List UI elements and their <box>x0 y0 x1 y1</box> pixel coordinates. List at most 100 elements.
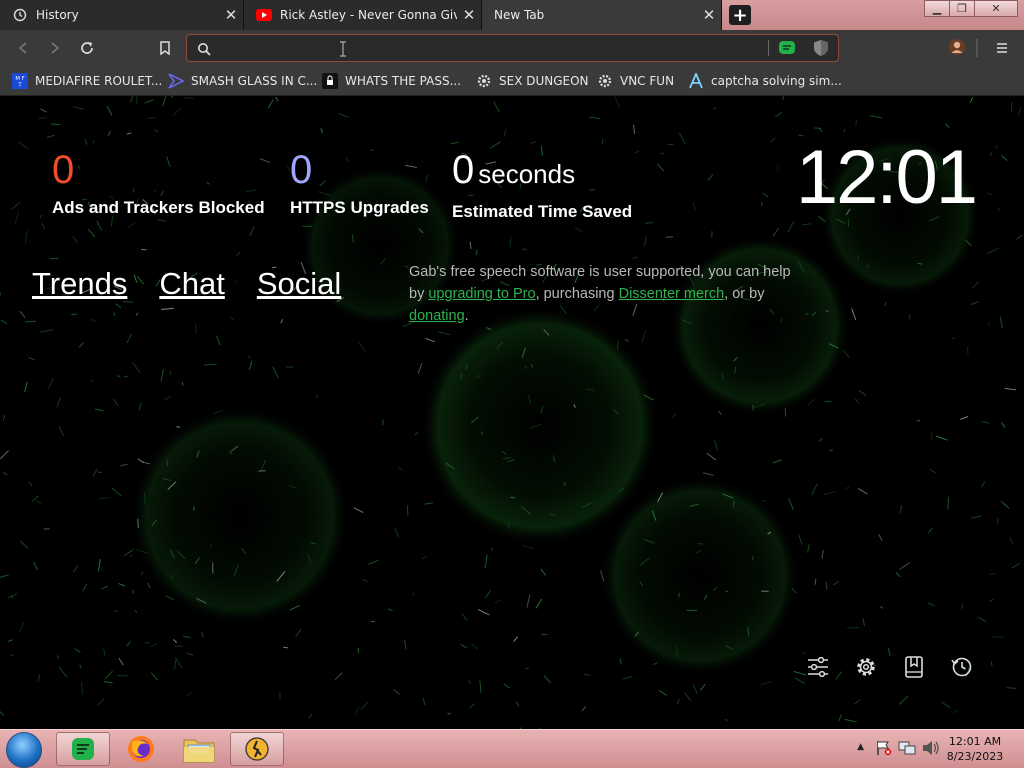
close-tab-icon[interactable]: ✕ <box>697 6 721 24</box>
donating-link[interactable]: donating <box>409 308 465 324</box>
taskbar-chat-app[interactable] <box>56 732 110 766</box>
profile-avatar[interactable] <box>948 38 966 56</box>
background-streak <box>248 360 253 370</box>
tab-title: New Tab <box>494 8 545 22</box>
menu-icon[interactable] <box>993 39 1011 57</box>
background-streak <box>397 466 403 472</box>
background-streak <box>161 307 174 311</box>
chat-link[interactable]: Chat <box>159 266 224 302</box>
tray-clock[interactable]: 12:01 AM 8/23/2023 <box>940 734 1010 764</box>
background-streak <box>39 214 43 219</box>
background-streak <box>186 652 194 656</box>
https-upgrades-label: HTTPS Upgrades <box>290 198 429 217</box>
background-streak <box>977 616 987 623</box>
search-icon <box>197 41 211 60</box>
background-streak <box>813 127 822 129</box>
background-streak <box>969 96 974 103</box>
tab-youtube[interactable]: Rick Astley - Never Gonna Give Yo ✕ <box>244 0 482 30</box>
background-streak <box>878 534 883 541</box>
background-streak <box>150 643 158 648</box>
back-icon[interactable] <box>14 39 32 57</box>
background-streak <box>24 230 28 244</box>
firefox-icon <box>128 736 154 762</box>
background-streak <box>684 692 692 701</box>
background-streak <box>46 134 55 138</box>
customize-icon[interactable] <box>804 653 832 681</box>
show-hidden-icons[interactable]: ▲ <box>857 742 864 752</box>
url-input[interactable] <box>217 39 777 57</box>
trends-link[interactable]: Trends <box>32 266 127 302</box>
volume-icon[interactable] <box>922 740 940 760</box>
background-streak <box>658 690 668 696</box>
background-streak <box>522 545 534 550</box>
forward-icon[interactable] <box>46 39 64 57</box>
background-streak <box>447 712 451 715</box>
bookmark-item[interactable]: VNC FUN <box>597 72 674 90</box>
background-streak <box>79 664 82 669</box>
maximize-button[interactable]: ❐ <box>949 0 975 17</box>
background-streak <box>14 211 20 225</box>
background-streak <box>40 108 47 113</box>
text-cursor-icon <box>339 41 346 57</box>
background-streak <box>24 381 28 393</box>
bookmark-item[interactable]: M FT MEDIAFIRE ROULET... <box>12 72 162 90</box>
start-button[interactable] <box>6 732 42 768</box>
tab-history[interactable]: History ✕ <box>0 0 244 30</box>
bookmarks-icon[interactable] <box>900 653 928 681</box>
close-tab-icon[interactable]: ✕ <box>457 6 481 24</box>
bookmark-item[interactable]: WHATS THE PASS... <box>322 72 461 90</box>
tab-new-tab[interactable]: New Tab ✕ <box>482 0 722 30</box>
network-icon[interactable] <box>898 740 916 760</box>
bookmark-item[interactable]: captcha solving sim... <box>688 72 842 90</box>
background-streak <box>0 574 9 578</box>
dissenter-merch-link[interactable]: Dissenter merch <box>619 286 725 302</box>
background-streak <box>665 236 674 238</box>
background-streak <box>493 101 500 113</box>
taskbar-file-explorer[interactable] <box>172 732 226 766</box>
settings-gear-icon[interactable] <box>852 653 880 681</box>
action-center-icon[interactable] <box>876 740 892 760</box>
close-window-button[interactable]: ✕ <box>974 0 1018 17</box>
background-streak <box>181 381 184 386</box>
background-streak <box>134 610 138 614</box>
taskbar-counter-strike[interactable] <box>230 732 284 766</box>
new-tab-button[interactable]: + <box>729 5 751 26</box>
background-streak <box>387 608 393 612</box>
bookmark-label: SMASH GLASS IN C... <box>191 74 318 88</box>
bookmark-label: VNC FUN <box>620 74 675 88</box>
history-clock-icon[interactable] <box>948 653 976 681</box>
ads-blocked-stat: 0 Ads and Trackers Blocked <box>52 148 265 218</box>
background-streak <box>183 97 194 100</box>
address-bar[interactable] <box>186 34 839 62</box>
https-upgrades-count: 0 <box>290 148 313 192</box>
background-streak <box>137 458 144 464</box>
shield-icon[interactable] <box>813 39 829 61</box>
tab-title: Rick Astley - Never Gonna Give Yo <box>280 8 457 22</box>
background-streak <box>702 472 714 477</box>
background-streak <box>215 335 221 346</box>
background-streak <box>461 613 468 622</box>
upgrade-pro-link[interactable]: upgrading to Pro <box>428 286 535 302</box>
bookmark-icon[interactable] <box>156 39 174 57</box>
background-streak <box>714 440 719 451</box>
social-link[interactable]: Social <box>257 266 341 302</box>
background-streak <box>970 301 979 306</box>
background-streak <box>280 319 284 324</box>
background-streak <box>540 568 547 576</box>
close-tab-icon[interactable]: ✕ <box>219 6 243 24</box>
game-icon <box>245 737 269 761</box>
background-streak <box>72 564 79 573</box>
support-text: , or by <box>724 286 765 302</box>
bookmark-item[interactable]: SEX DUNGEON <box>476 72 589 90</box>
background-streak <box>37 674 41 682</box>
dissenter-icon[interactable] <box>778 39 796 61</box>
background-streak <box>718 410 722 416</box>
bookmark-item[interactable]: SMASH GLASS IN C... <box>168 72 317 90</box>
reload-icon[interactable] <box>78 39 96 57</box>
taskbar-firefox[interactable] <box>114 732 168 766</box>
background-streak <box>157 219 167 222</box>
minimize-button[interactable]: ▁ <box>924 0 950 17</box>
background-streak <box>173 660 177 670</box>
background-streak <box>1015 234 1023 240</box>
https-upgrades-stat: 0 HTTPS Upgrades <box>290 148 429 218</box>
